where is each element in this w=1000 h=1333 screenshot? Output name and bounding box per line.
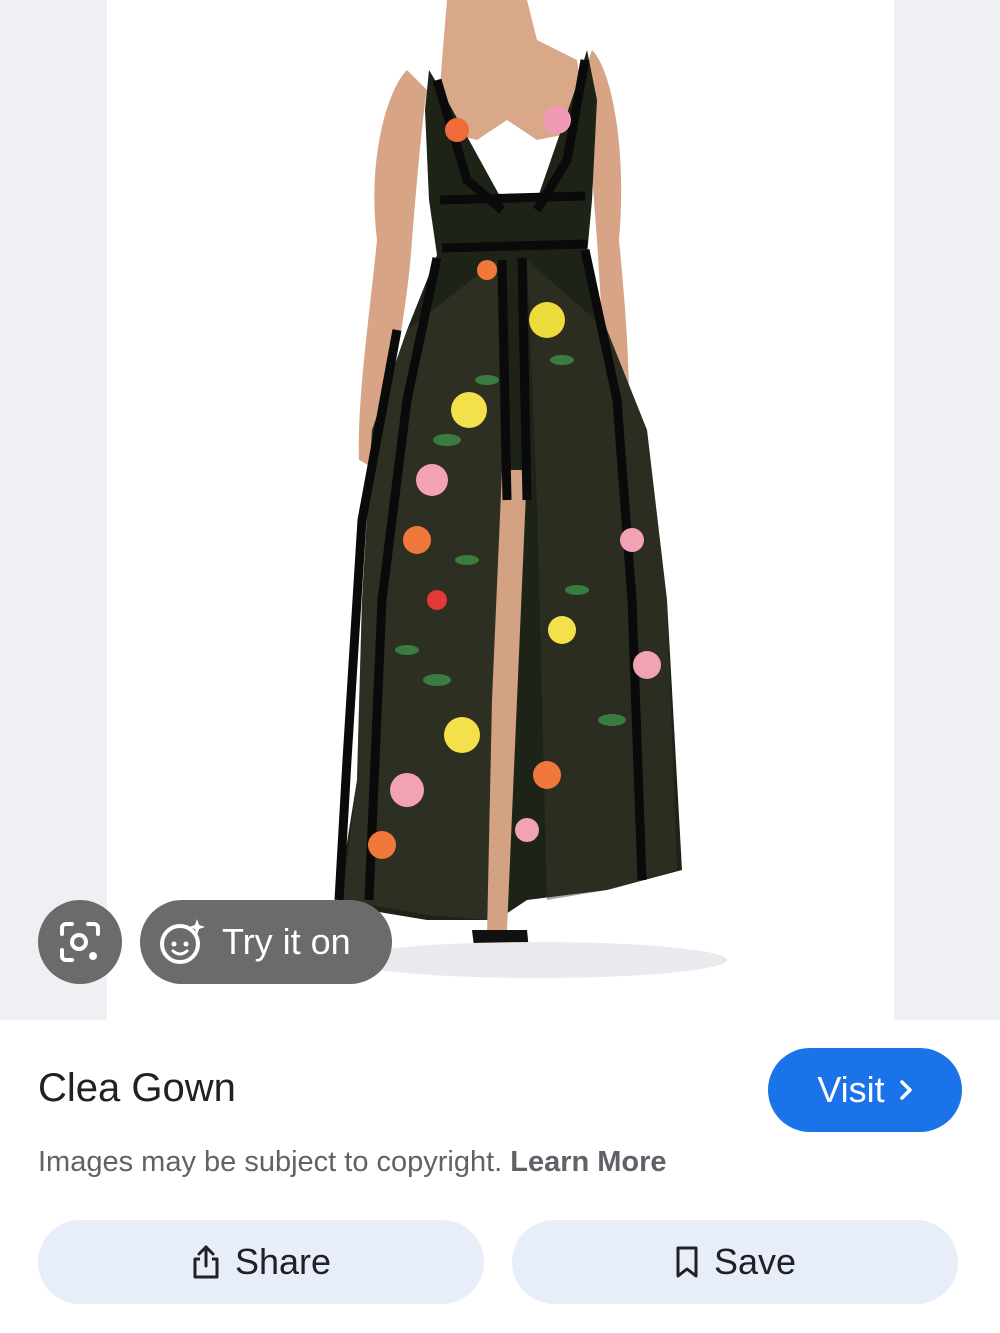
share-button[interactable]: Share — [38, 1220, 484, 1304]
visit-button[interactable]: Visit — [768, 1048, 962, 1132]
google-lens-button[interactable] — [38, 900, 122, 984]
learn-more-link[interactable]: Learn More — [510, 1146, 666, 1178]
product-image-area[interactable]: Try it on — [0, 0, 1000, 1020]
visit-label: Visit — [817, 1069, 885, 1110]
save-label: Save — [713, 1241, 797, 1282]
save-button[interactable]: Save — [512, 1220, 958, 1304]
google-lens-icon — [60, 922, 100, 962]
try-it-on-label: Try it on — [222, 921, 351, 962]
bookmark-icon — [674, 1245, 700, 1279]
product-title: Clea Gown — [38, 1066, 236, 1110]
share-icon — [191, 1244, 221, 1280]
chevron-right-icon — [899, 1079, 913, 1101]
product-photo[interactable] — [107, 0, 894, 1020]
sparkle-face-icon — [156, 916, 208, 968]
try-it-on-button[interactable]: Try it on — [140, 900, 392, 984]
copyright-text: Images may be subject to copyright. — [38, 1146, 503, 1178]
share-label: Share — [234, 1241, 332, 1282]
copyright-notice: Images may be subject to copyright. Learn… — [38, 1146, 667, 1179]
gown-illustration — [334, 0, 727, 978]
